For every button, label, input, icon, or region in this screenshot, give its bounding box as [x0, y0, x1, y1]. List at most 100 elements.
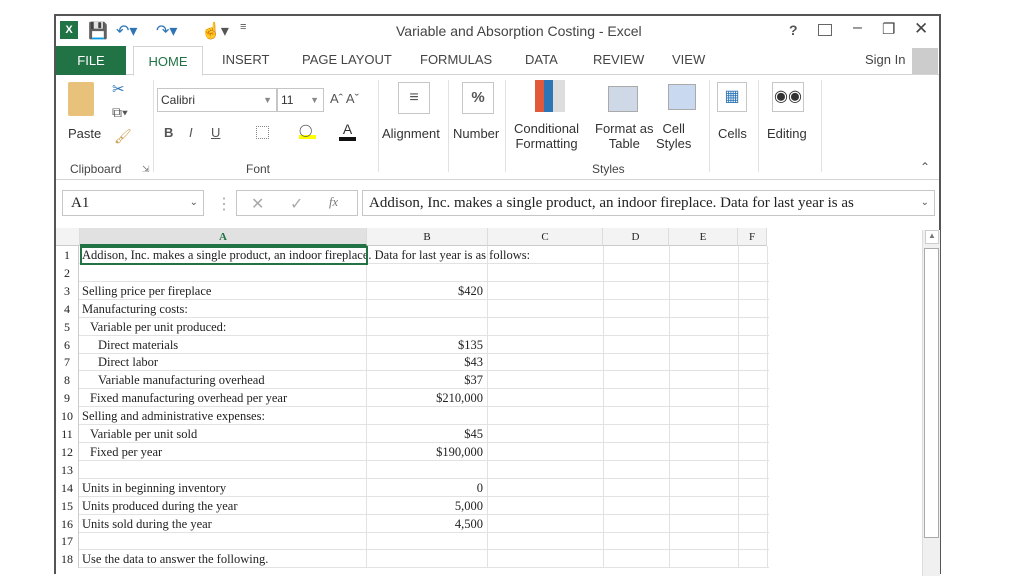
- column-header-f[interactable]: F: [738, 228, 767, 246]
- cell-b[interactable]: 5,000: [367, 496, 488, 515]
- cancel-icon[interactable]: ✕: [251, 194, 264, 214]
- undo-icon[interactable]: ↶▾: [116, 21, 137, 41]
- row-number[interactable]: 6: [56, 335, 79, 354]
- avatar[interactable]: [912, 48, 938, 74]
- customize-toolbar-icon[interactable]: ≡: [240, 21, 246, 33]
- cells-button[interactable]: Cells: [718, 126, 747, 141]
- redo-icon[interactable]: ↷▾: [156, 21, 177, 41]
- row-number[interactable]: 16: [56, 514, 79, 533]
- percent-icon[interactable]: %: [462, 82, 494, 114]
- cell-b[interactable]: 4,500: [367, 514, 488, 533]
- tab-insert[interactable]: INSERT: [222, 52, 269, 67]
- cell-a[interactable]: Manufacturing costs:: [80, 299, 367, 318]
- select-all-corner[interactable]: [56, 228, 80, 246]
- row-number[interactable]: 7: [56, 353, 79, 372]
- cell-a[interactable]: Selling price per fireplace: [80, 281, 367, 300]
- formula-bar-grip-icon[interactable]: ⋮: [216, 194, 232, 214]
- cell-a[interactable]: Fixed manufacturing overhead per year: [80, 389, 367, 408]
- cell-a[interactable]: Units produced during the year: [80, 496, 367, 515]
- row-number[interactable]: 13: [56, 460, 79, 479]
- font-size-select[interactable]: 11 ▼: [277, 88, 324, 112]
- cell-b[interactable]: [367, 246, 488, 264]
- ribbon-display-icon[interactable]: [818, 24, 832, 36]
- minimize-icon[interactable]: –: [853, 19, 862, 37]
- cell-b[interactable]: 0: [367, 478, 488, 497]
- borders-icon[interactable]: [256, 126, 269, 139]
- column-header-d[interactable]: D: [603, 228, 669, 246]
- cell-styles-button[interactable]: Cell Styles: [656, 121, 691, 151]
- row-number[interactable]: 14: [56, 478, 79, 497]
- row-number[interactable]: 5: [56, 317, 79, 336]
- bold-button[interactable]: B: [164, 125, 173, 140]
- editing-button[interactable]: Editing: [767, 126, 807, 141]
- collapse-ribbon-icon[interactable]: ⌃: [920, 160, 930, 174]
- row-number[interactable]: 1: [56, 246, 79, 264]
- alignment-icon[interactable]: ≡: [398, 82, 430, 114]
- row-number[interactable]: 12: [56, 442, 79, 461]
- scrollbar-thumb[interactable]: [924, 248, 939, 538]
- cell-b[interactable]: $37: [367, 371, 488, 390]
- row-number[interactable]: 17: [56, 532, 79, 551]
- cells-icon[interactable]: ▦: [717, 82, 747, 112]
- name-box[interactable]: A1 ⌄: [62, 190, 204, 216]
- column-header-e[interactable]: E: [669, 228, 738, 246]
- paste-button[interactable]: Paste: [68, 126, 101, 141]
- font-color-button[interactable]: A: [339, 121, 356, 141]
- row-number[interactable]: 9: [56, 389, 79, 408]
- restore-icon[interactable]: ❐: [882, 20, 895, 38]
- enter-icon[interactable]: ✓: [290, 194, 303, 214]
- row-number[interactable]: 2: [56, 263, 79, 282]
- cell-a[interactable]: Selling and administrative expenses:: [80, 407, 367, 426]
- sign-in-link[interactable]: Sign In: [865, 52, 905, 67]
- cell-a[interactable]: Direct materials: [80, 335, 367, 354]
- format-painter-icon[interactable]: 🖌: [114, 128, 132, 145]
- conditional-formatting-icon[interactable]: [535, 80, 565, 112]
- cell-b[interactable]: [367, 317, 488, 336]
- alignment-button[interactable]: Alignment: [382, 126, 440, 141]
- format-as-table-icon[interactable]: [608, 86, 638, 112]
- tab-file[interactable]: FILE: [56, 46, 126, 75]
- row-number[interactable]: 4: [56, 299, 79, 318]
- cell-b[interactable]: $43: [367, 353, 488, 372]
- cell-b[interactable]: $190,000: [367, 442, 488, 461]
- cell-b[interactable]: [367, 460, 488, 479]
- cell-a[interactable]: Units in beginning inventory: [80, 478, 367, 497]
- find-binoculars-icon[interactable]: ◉◉: [772, 82, 804, 112]
- cell-a[interactable]: [80, 460, 367, 479]
- row-number[interactable]: 11: [56, 425, 79, 443]
- paste-icon[interactable]: [68, 82, 94, 116]
- column-header-c[interactable]: C: [488, 228, 603, 246]
- scroll-up-icon[interactable]: ▲: [925, 230, 939, 244]
- cell-a[interactable]: Variable per unit produced:: [80, 317, 367, 336]
- cell-a[interactable]: Units sold during the year: [80, 514, 367, 533]
- cell-a[interactable]: [80, 263, 367, 282]
- row-number[interactable]: 3: [56, 281, 79, 300]
- cell-a[interactable]: Variable manufacturing overhead: [80, 371, 367, 390]
- cell-b[interactable]: $45: [367, 425, 488, 443]
- cell-b[interactable]: $210,000: [367, 389, 488, 408]
- insert-function-icon[interactable]: fx: [329, 195, 338, 210]
- cut-icon[interactable]: ✂: [112, 80, 125, 98]
- format-as-table-button[interactable]: Format as Table: [595, 121, 654, 151]
- cell-styles-icon[interactable]: [668, 84, 696, 110]
- column-header-a[interactable]: A: [80, 228, 367, 246]
- cell-b[interactable]: [367, 263, 488, 282]
- number-button[interactable]: Number: [453, 126, 499, 141]
- vertical-scrollbar[interactable]: ▲: [922, 230, 940, 576]
- cell-a[interactable]: Direct labor: [80, 353, 367, 372]
- cell-a[interactable]: [80, 532, 367, 551]
- cell-b[interactable]: $420: [367, 281, 488, 300]
- tab-page-layout[interactable]: PAGE LAYOUT: [302, 52, 392, 67]
- help-icon[interactable]: ?: [789, 22, 798, 38]
- cell-a[interactable]: Fixed per year: [80, 442, 367, 461]
- touch-mode-icon[interactable]: ☝▾: [201, 21, 229, 41]
- cell-a[interactable]: Variable per unit sold: [80, 425, 367, 443]
- tab-review[interactable]: REVIEW: [593, 52, 644, 67]
- tab-data[interactable]: DATA: [525, 52, 558, 67]
- cell-b[interactable]: [367, 532, 488, 551]
- tab-view[interactable]: VIEW: [672, 52, 705, 67]
- fill-color-icon[interactable]: ◯: [299, 123, 316, 139]
- cell-b[interactable]: [367, 550, 488, 569]
- row-number[interactable]: 15: [56, 496, 79, 515]
- copy-icon[interactable]: ⧉▾: [112, 104, 128, 121]
